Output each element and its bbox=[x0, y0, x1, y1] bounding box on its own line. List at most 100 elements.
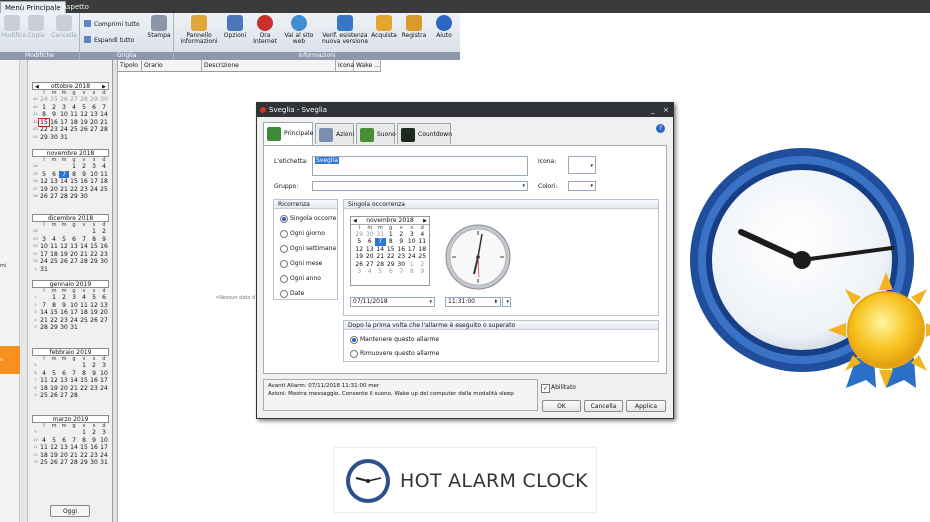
calendar-day[interactable]: 20 bbox=[89, 119, 99, 127]
calendar-day[interactable]: 5 bbox=[375, 268, 386, 275]
calendar-day[interactable]: 26 bbox=[79, 126, 89, 134]
calendar-day[interactable]: 27 bbox=[59, 459, 69, 467]
calendar-day[interactable]: 11 bbox=[417, 238, 428, 245]
calendar-day[interactable]: 5 bbox=[59, 236, 69, 244]
calendar-day[interactable]: 16 bbox=[79, 178, 89, 186]
calendar-day[interactable]: 24 bbox=[89, 186, 99, 194]
column-orario[interactable]: Orario bbox=[142, 60, 202, 71]
label-input[interactable]: Sveglia bbox=[312, 156, 528, 176]
calendar-day[interactable]: 30 bbox=[59, 324, 69, 332]
calendar-day[interactable]: 12 bbox=[354, 246, 365, 253]
calendar-day[interactable]: 15 bbox=[386, 246, 397, 253]
calendar-day[interactable]: 9 bbox=[417, 268, 428, 275]
calendar-day[interactable]: 18 bbox=[39, 452, 49, 460]
calendar-day[interactable]: 6 bbox=[59, 437, 69, 445]
comprimi-tutto-button[interactable]: Comprimi tutto bbox=[84, 20, 140, 29]
chevron-right-icon[interactable]: ▶ bbox=[102, 83, 106, 91]
calendar-day[interactable]: 7 bbox=[396, 268, 407, 275]
calendar-day[interactable]: 29 bbox=[49, 324, 59, 332]
calendar-day[interactable]: 24 bbox=[39, 96, 49, 104]
calendar-day[interactable]: 7 bbox=[69, 370, 79, 378]
calendar-day[interactable]: 9 bbox=[59, 302, 69, 310]
calendar-day[interactable]: 23 bbox=[99, 251, 109, 259]
group-select[interactable]: ▾ bbox=[312, 181, 528, 191]
calendar-day[interactable]: 6 bbox=[49, 171, 59, 179]
calendar-day[interactable]: 19 bbox=[59, 251, 69, 259]
calendar-day[interactable]: 1 bbox=[49, 294, 59, 302]
calendar-day[interactable]: 29 bbox=[89, 96, 99, 104]
calendar-day[interactable]: 22 bbox=[79, 452, 89, 460]
calendar-day[interactable]: 16 bbox=[59, 309, 69, 317]
calendar-day[interactable]: 20 bbox=[59, 385, 69, 393]
cancel-button[interactable]: Cancella bbox=[584, 400, 623, 412]
calendar-day[interactable]: 21 bbox=[79, 251, 89, 259]
calendar-day[interactable]: 8 bbox=[39, 111, 49, 119]
calendar-day[interactable]: 21 bbox=[375, 253, 386, 260]
calendar-day[interactable]: 17 bbox=[69, 309, 79, 317]
calendar-day[interactable]: 1 bbox=[79, 362, 89, 370]
calendar-day[interactable]: 26 bbox=[59, 258, 69, 266]
calendar-day[interactable]: 8 bbox=[69, 171, 79, 179]
calendar-day[interactable]: 12 bbox=[59, 243, 69, 251]
calendar-day[interactable]: 9 bbox=[79, 171, 89, 179]
tab-countdown[interactable]: Countdown bbox=[397, 123, 452, 144]
panel-splitter[interactable] bbox=[113, 60, 118, 522]
radio-mantenere[interactable]: Mantenere questo allarme bbox=[350, 336, 439, 344]
calendar-day[interactable]: 22 bbox=[79, 385, 89, 393]
calendar-day[interactable]: 20 bbox=[99, 309, 109, 317]
aiuto-button[interactable]: Aiuto bbox=[432, 15, 456, 39]
calendar-day[interactable]: 28 bbox=[79, 258, 89, 266]
calendar-day[interactable]: 8 bbox=[79, 437, 89, 445]
calendar-day[interactable]: 11 bbox=[99, 171, 109, 179]
calendar-day[interactable]: 6 bbox=[59, 370, 69, 378]
calendar-day[interactable]: 25 bbox=[417, 253, 428, 260]
calendar-day[interactable]: 17 bbox=[99, 444, 109, 452]
registra-button[interactable]: Registra bbox=[400, 15, 428, 39]
opzioni-button[interactable]: Opzioni bbox=[222, 15, 248, 39]
calendar-day[interactable]: 28 bbox=[69, 459, 79, 467]
calendar-day[interactable]: 4 bbox=[365, 268, 376, 275]
calendar-day[interactable]: 3 bbox=[39, 236, 49, 244]
calendar-day[interactable]: 18 bbox=[39, 385, 49, 393]
calendar-day[interactable]: 2 bbox=[89, 429, 99, 437]
calendar-day[interactable]: 24 bbox=[407, 253, 418, 260]
calendar-day[interactable]: 31 bbox=[59, 134, 69, 142]
calendar-day[interactable]: 4 bbox=[39, 437, 49, 445]
calendar-day[interactable]: 24 bbox=[39, 258, 49, 266]
radio-singola[interactable]: Singola occorre bbox=[280, 215, 336, 223]
calendar-day[interactable]: 10 bbox=[69, 302, 79, 310]
calendar-day[interactable]: 27 bbox=[59, 392, 69, 400]
calendar-day[interactable]: 24 bbox=[59, 126, 69, 134]
calendar-day[interactable]: 19 bbox=[79, 119, 89, 127]
calendar-day[interactable]: 21 bbox=[59, 186, 69, 194]
calendar-day[interactable]: 24 bbox=[69, 317, 79, 325]
espandi-tutto-button[interactable]: Espandi tutto bbox=[84, 36, 134, 45]
calendar-day[interactable]: 8 bbox=[386, 238, 397, 245]
sito-web-button[interactable]: Vai al sito web bbox=[282, 15, 316, 45]
selected-nav-item[interactable]: o bbox=[0, 346, 20, 374]
acquista-button[interactable]: Acquista bbox=[370, 15, 398, 39]
calendar-day[interactable]: 8 bbox=[407, 268, 418, 275]
calendar-day[interactable]: 11 bbox=[39, 377, 49, 385]
calendar-day[interactable]: 20 bbox=[59, 452, 69, 460]
calendar-day[interactable]: 26 bbox=[49, 392, 59, 400]
calendar-day[interactable]: 21 bbox=[69, 452, 79, 460]
stampa-button[interactable]: Stampa bbox=[146, 15, 172, 39]
calendar-day[interactable]: 24 bbox=[99, 452, 109, 460]
calendar-day[interactable]: 31 bbox=[39, 266, 49, 274]
calendar-day[interactable]: 27 bbox=[69, 96, 79, 104]
calendar-day[interactable]: 25 bbox=[99, 186, 109, 194]
calendar-day[interactable]: 3 bbox=[99, 362, 109, 370]
calendar-day[interactable]: 14 bbox=[39, 309, 49, 317]
calendar-day[interactable]: 29 bbox=[354, 231, 365, 238]
calendar-day[interactable]: 27 bbox=[69, 258, 79, 266]
close-button[interactable]: × bbox=[663, 103, 669, 117]
calendar-day[interactable]: 26 bbox=[354, 261, 365, 268]
calendar-day[interactable]: 8 bbox=[89, 236, 99, 244]
radio-ogni-anno[interactable]: Ogni anno bbox=[280, 275, 321, 283]
radio-ogni-mese[interactable]: Ogni mese bbox=[280, 260, 322, 268]
column-wake[interactable]: Wake ... bbox=[354, 60, 381, 71]
calendar-day[interactable]: 23 bbox=[396, 253, 407, 260]
calendar-day[interactable]: 2 bbox=[396, 231, 407, 238]
calendar-day[interactable]: 13 bbox=[365, 246, 376, 253]
